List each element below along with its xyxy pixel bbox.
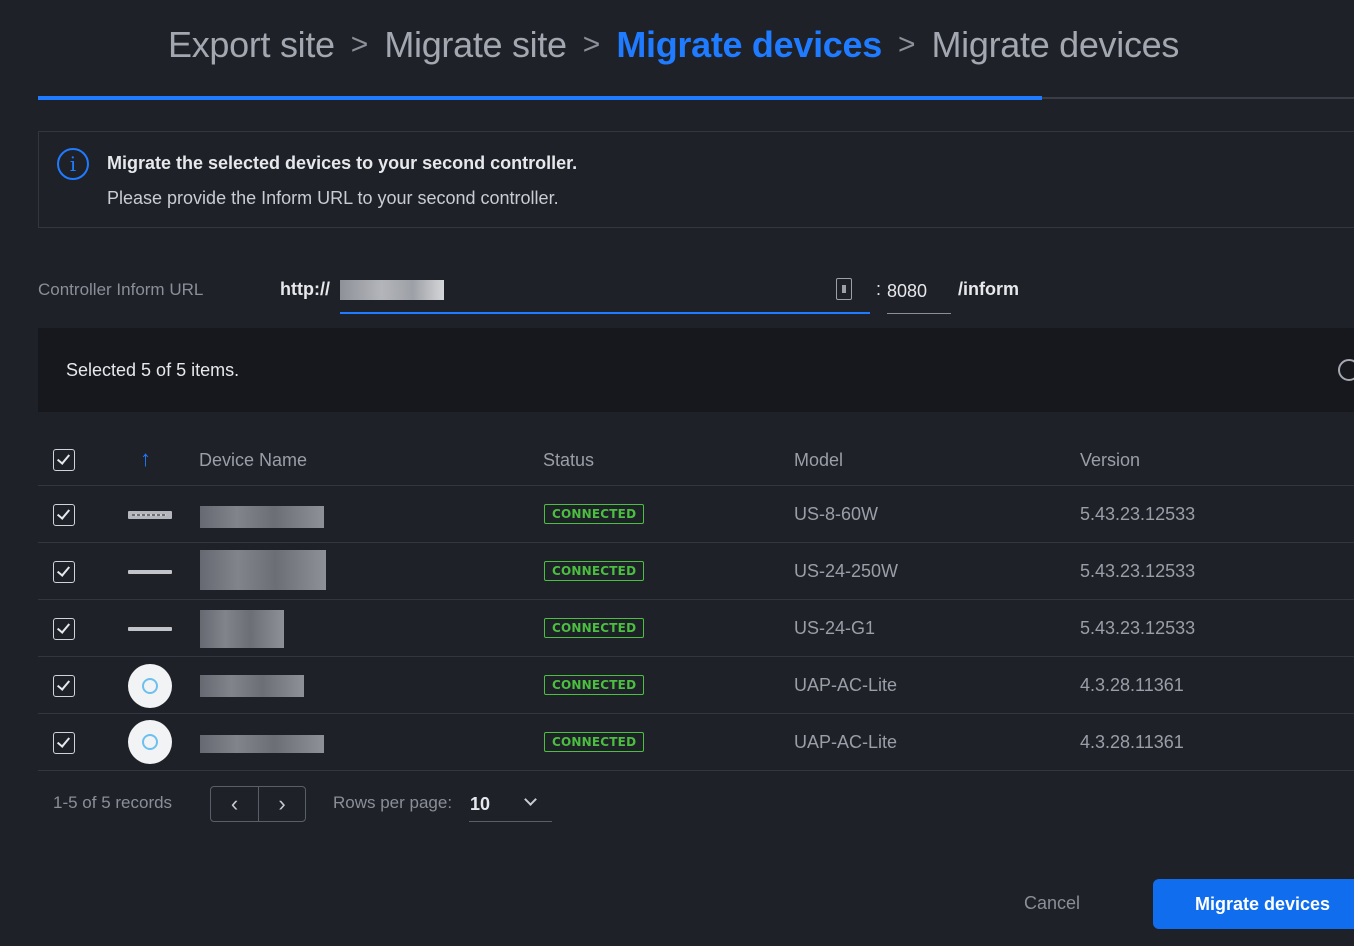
- port-field: [887, 270, 951, 314]
- chevron-right-icon: >: [897, 28, 916, 61]
- step-migrate-devices-active: Migrate devices: [616, 24, 882, 65]
- redacted-device-name: [200, 550, 326, 590]
- row-divider: [38, 599, 1354, 600]
- chevron-right-icon: ›: [278, 791, 286, 816]
- row-divider: [38, 656, 1354, 657]
- info-banner: i Migrate the selected devices to your s…: [38, 131, 1354, 228]
- switch-icon: [128, 511, 172, 519]
- progress-bar-fill: [38, 96, 1042, 100]
- records-count: 1-5 of 5 records: [53, 793, 173, 812]
- step-export-site: Export site: [168, 24, 335, 65]
- column-model[interactable]: Model: [794, 450, 843, 471]
- step-migrate-site: Migrate site: [384, 24, 567, 65]
- table-toolbar: Selected 5 of 5 items.: [38, 328, 1354, 412]
- redacted-device-name: [200, 506, 324, 528]
- row-divider: [38, 542, 1354, 543]
- switch-icon: [128, 627, 172, 631]
- row-checkbox[interactable]: [53, 618, 75, 640]
- row-checkbox[interactable]: [53, 732, 75, 754]
- info-icon: i: [57, 148, 89, 180]
- sort-ascending-icon[interactable]: ↑: [140, 446, 151, 472]
- column-version[interactable]: Version: [1080, 450, 1140, 471]
- inform-url-host-input[interactable]: [340, 276, 830, 306]
- previous-page-button[interactable]: ‹: [211, 787, 258, 821]
- migrate-devices-dialog: Export site > Migrate site > Migrate dev…: [0, 0, 1354, 946]
- redacted-device-name: [200, 675, 304, 697]
- search-icon[interactable]: [1338, 359, 1354, 381]
- next-page-button[interactable]: ›: [257, 787, 305, 821]
- version-cell: 4.3.28.11361: [1080, 732, 1184, 752]
- status-badge: CONNECTED: [544, 675, 645, 695]
- access-point-icon: [128, 720, 172, 764]
- model-cell: UAP-AC-Lite: [794, 732, 898, 752]
- version-cell: 5.43.23.12533: [1080, 504, 1196, 524]
- inform-url-host-field: [340, 270, 870, 314]
- cancel-button[interactable]: Cancel: [1024, 893, 1080, 914]
- inform-url-label: Controller Inform URL: [38, 280, 204, 299]
- chevron-right-icon: >: [582, 28, 601, 61]
- status-badge: CONNECTED: [544, 618, 645, 638]
- redacted-device-name: [200, 735, 324, 753]
- row-divider: [38, 770, 1354, 771]
- version-cell: 5.43.23.12533: [1080, 561, 1196, 581]
- inform-url-suffix: /inform: [958, 279, 1019, 299]
- info-subtitle: Please provide the Inform URL to your se…: [107, 188, 559, 208]
- info-title: Migrate the selected devices to your sec…: [107, 153, 578, 173]
- inform-url-prefix: http://: [280, 279, 330, 299]
- status-badge: CONNECTED: [544, 504, 645, 524]
- select-all-checkbox[interactable]: [53, 449, 75, 471]
- port-input[interactable]: [887, 276, 951, 306]
- version-cell: 5.43.23.12533: [1080, 618, 1196, 638]
- migrate-devices-button[interactable]: Migrate devices: [1153, 879, 1354, 929]
- chevron-left-icon: ‹: [230, 791, 239, 816]
- autofill-icon[interactable]: [836, 278, 852, 300]
- row-divider: [38, 713, 1354, 714]
- row-checkbox[interactable]: [53, 561, 75, 583]
- redacted-device-name: [200, 610, 284, 648]
- selection-count: Selected 5 of 5 items.: [66, 360, 240, 380]
- model-cell: US-8-60W: [794, 504, 879, 524]
- row-checkbox[interactable]: [53, 675, 75, 697]
- row-divider: [38, 485, 1354, 486]
- version-cell: 4.3.28.11361: [1080, 675, 1184, 695]
- access-point-icon: [128, 664, 172, 708]
- model-cell: US-24-250W: [794, 561, 899, 581]
- switch-icon: [128, 570, 172, 574]
- rows-per-page-value: 10: [470, 794, 491, 814]
- column-device-name[interactable]: Device Name: [199, 450, 307, 471]
- step-migrate-devices: Migrate devices: [931, 24, 1180, 65]
- model-cell: US-24-G1: [794, 618, 876, 638]
- status-badge: CONNECTED: [544, 561, 645, 581]
- chevron-right-icon: >: [350, 28, 369, 61]
- rows-per-page-label: Rows per page:: [333, 793, 453, 812]
- status-badge: CONNECTED: [544, 732, 645, 752]
- chevron-down-icon: [524, 793, 537, 806]
- rows-per-page-select[interactable]: 10: [469, 786, 552, 822]
- port-separator: :: [876, 279, 882, 299]
- pagination: ‹ ›: [210, 786, 306, 822]
- column-status[interactable]: Status: [543, 450, 594, 471]
- migration-stepper: Export site > Migrate site > Migrate dev…: [168, 24, 1179, 66]
- model-cell: UAP-AC-Lite: [794, 675, 898, 695]
- row-checkbox[interactable]: [53, 504, 75, 526]
